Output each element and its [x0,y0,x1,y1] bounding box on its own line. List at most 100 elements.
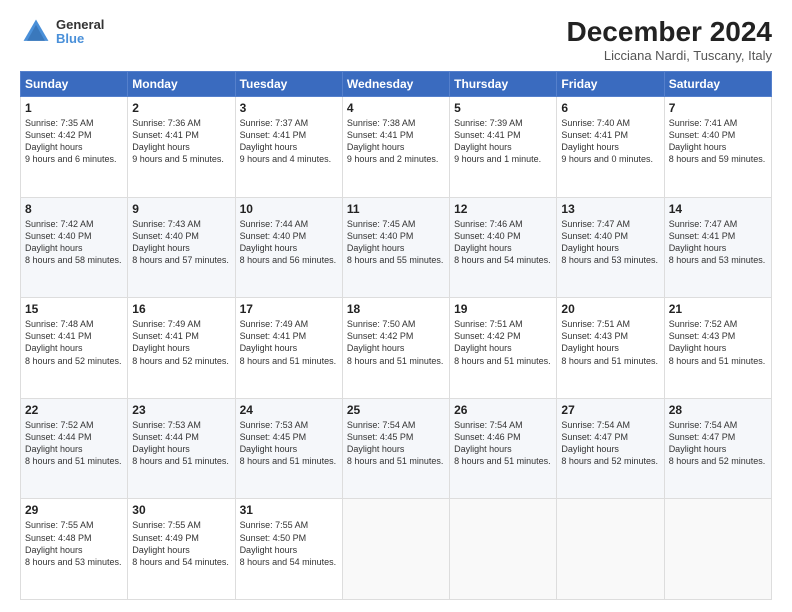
calendar-cell: 14Sunrise: 7:47 AMSunset: 4:41 PMDayligh… [664,197,771,298]
calendar-cell: 3 Sunrise: 7:37 AMSunset: 4:41 PMDaylight… [235,97,342,198]
calendar-cell: 17 Sunrise: 7:49 AMSunset: 4:41 PMDayligh… [235,298,342,399]
day-header-friday: Friday [557,72,664,97]
calendar-cell [664,499,771,600]
day-header-row: SundayMondayTuesdayWednesdayThursdayFrid… [21,72,772,97]
calendar-cell: 13Sunrise: 7:47 AMSunset: 4:40 PMDayligh… [557,197,664,298]
cell-info: Sunrise: 7:39 AMSunset: 4:41 PMDaylight … [454,118,541,164]
cell-info: Sunrise: 7:55 AMSunset: 4:49 PMDaylight … [132,520,229,566]
calendar-cell: 31Sunrise: 7:55 AMSunset: 4:50 PMDayligh… [235,499,342,600]
calendar-cell: 11 Sunrise: 7:45 AMSunset: 4:40 PMDayligh… [342,197,449,298]
day-number: 24 [240,403,338,417]
cell-info: Sunrise: 7:43 AMSunset: 4:40 PMDaylight … [132,219,229,265]
logo: General Blue [20,16,104,48]
cell-info: Sunrise: 7:41 AMSunset: 4:40 PMDaylight … [669,118,766,164]
day-number: 3 [240,101,338,115]
day-number: 31 [240,503,338,517]
calendar-table: SundayMondayTuesdayWednesdayThursdayFrid… [20,71,772,600]
calendar-cell: 21 Sunrise: 7:52 AMSunset: 4:43 PMDayligh… [664,298,771,399]
day-number: 12 [454,202,552,216]
cell-info: Sunrise: 7:38 AMSunset: 4:41 PMDaylight … [347,118,439,164]
cell-info: Sunrise: 7:37 AMSunset: 4:41 PMDaylight … [240,118,332,164]
day-number: 21 [669,302,767,316]
calendar-cell: 30 Sunrise: 7:55 AMSunset: 4:49 PMDayligh… [128,499,235,600]
calendar-cell: 2Sunrise: 7:36 AMSunset: 4:41 PMDaylight… [128,97,235,198]
day-number: 5 [454,101,552,115]
day-header-thursday: Thursday [450,72,557,97]
week-row-5: 29 Sunrise: 7:55 AMSunset: 4:48 PMDayligh… [21,499,772,600]
calendar-cell: 1 Sunrise: 7:35 AMSunset: 4:42 PMDaylight… [21,97,128,198]
calendar-cell [342,499,449,600]
week-row-1: 1 Sunrise: 7:35 AMSunset: 4:42 PMDaylight… [21,97,772,198]
day-number: 26 [454,403,552,417]
day-number: 16 [132,302,230,316]
calendar-cell: 16Sunrise: 7:49 AMSunset: 4:41 PMDayligh… [128,298,235,399]
calendar-cell: 20 Sunrise: 7:51 AMSunset: 4:43 PMDayligh… [557,298,664,399]
cell-info: Sunrise: 7:53 AMSunset: 4:44 PMDaylight … [132,420,229,466]
day-header-saturday: Saturday [664,72,771,97]
day-number: 28 [669,403,767,417]
location-subtitle: Licciana Nardi, Tuscany, Italy [567,48,772,63]
calendar-cell: 5 Sunrise: 7:39 AMSunset: 4:41 PMDaylight… [450,97,557,198]
day-number: 1 [25,101,123,115]
day-number: 6 [561,101,659,115]
calendar-cell: 12 Sunrise: 7:46 AMSunset: 4:40 PMDayligh… [450,197,557,298]
page: General Blue December 2024 Licciana Nard… [0,0,792,612]
day-header-wednesday: Wednesday [342,72,449,97]
day-number: 22 [25,403,123,417]
day-header-sunday: Sunday [21,72,128,97]
week-row-2: 8 Sunrise: 7:42 AMSunset: 4:40 PMDaylight… [21,197,772,298]
day-number: 20 [561,302,659,316]
cell-info: Sunrise: 7:45 AMSunset: 4:40 PMDaylight … [347,219,444,265]
cell-info: Sunrise: 7:48 AMSunset: 4:41 PMDaylight … [25,319,122,365]
cell-info: Sunrise: 7:35 AMSunset: 4:42 PMDaylight … [25,118,117,164]
day-number: 19 [454,302,552,316]
day-number: 11 [347,202,445,216]
cell-info: Sunrise: 7:54 AMSunset: 4:47 PMDaylight … [669,420,766,466]
day-number: 14 [669,202,767,216]
day-number: 10 [240,202,338,216]
cell-info: Sunrise: 7:40 AMSunset: 4:41 PMDaylight … [561,118,653,164]
calendar-cell: 15 Sunrise: 7:48 AMSunset: 4:41 PMDayligh… [21,298,128,399]
day-number: 9 [132,202,230,216]
calendar-cell: 22 Sunrise: 7:52 AMSunset: 4:44 PMDayligh… [21,398,128,499]
calendar-cell: 26 Sunrise: 7:54 AMSunset: 4:46 PMDayligh… [450,398,557,499]
cell-info: Sunrise: 7:49 AMSunset: 4:41 PMDaylight … [240,319,337,365]
week-row-4: 22 Sunrise: 7:52 AMSunset: 4:44 PMDayligh… [21,398,772,499]
day-number: 29 [25,503,123,517]
day-number: 8 [25,202,123,216]
logo-line2: Blue [56,32,104,46]
cell-info: Sunrise: 7:52 AMSunset: 4:43 PMDaylight … [669,319,766,365]
day-number: 17 [240,302,338,316]
cell-info: Sunrise: 7:46 AMSunset: 4:40 PMDaylight … [454,219,551,265]
calendar-cell [450,499,557,600]
header: General Blue December 2024 Licciana Nard… [20,16,772,63]
cell-info: Sunrise: 7:50 AMSunset: 4:42 PMDaylight … [347,319,444,365]
calendar-cell: 25 Sunrise: 7:54 AMSunset: 4:45 PMDayligh… [342,398,449,499]
cell-info: Sunrise: 7:54 AMSunset: 4:45 PMDaylight … [347,420,444,466]
cell-info: Sunrise: 7:53 AMSunset: 4:45 PMDaylight … [240,420,337,466]
cell-info: Sunrise: 7:51 AMSunset: 4:43 PMDaylight … [561,319,658,365]
day-number: 2 [132,101,230,115]
cell-info: Sunrise: 7:44 AMSunset: 4:40 PMDaylight … [240,219,337,265]
calendar-cell: 23Sunrise: 7:53 AMSunset: 4:44 PMDayligh… [128,398,235,499]
cell-info: Sunrise: 7:54 AMSunset: 4:46 PMDaylight … [454,420,551,466]
cell-info: Sunrise: 7:42 AMSunset: 4:40 PMDaylight … [25,219,122,265]
title-block: December 2024 Licciana Nardi, Tuscany, I… [567,16,772,63]
calendar-cell: 27Sunrise: 7:54 AMSunset: 4:47 PMDayligh… [557,398,664,499]
day-number: 13 [561,202,659,216]
day-number: 18 [347,302,445,316]
week-row-3: 15 Sunrise: 7:48 AMSunset: 4:41 PMDayligh… [21,298,772,399]
cell-info: Sunrise: 7:52 AMSunset: 4:44 PMDaylight … [25,420,122,466]
calendar-cell: 29 Sunrise: 7:55 AMSunset: 4:48 PMDayligh… [21,499,128,600]
day-number: 15 [25,302,123,316]
calendar-cell: 9 Sunrise: 7:43 AMSunset: 4:40 PMDaylight… [128,197,235,298]
cell-info: Sunrise: 7:51 AMSunset: 4:42 PMDaylight … [454,319,551,365]
day-number: 25 [347,403,445,417]
calendar-cell: 24 Sunrise: 7:53 AMSunset: 4:45 PMDayligh… [235,398,342,499]
calendar-cell: 28 Sunrise: 7:54 AMSunset: 4:47 PMDayligh… [664,398,771,499]
calendar-cell: 6 Sunrise: 7:40 AMSunset: 4:41 PMDaylight… [557,97,664,198]
logo-text: General Blue [56,18,104,47]
day-number: 30 [132,503,230,517]
cell-info: Sunrise: 7:55 AMSunset: 4:48 PMDaylight … [25,520,122,566]
day-number: 27 [561,403,659,417]
